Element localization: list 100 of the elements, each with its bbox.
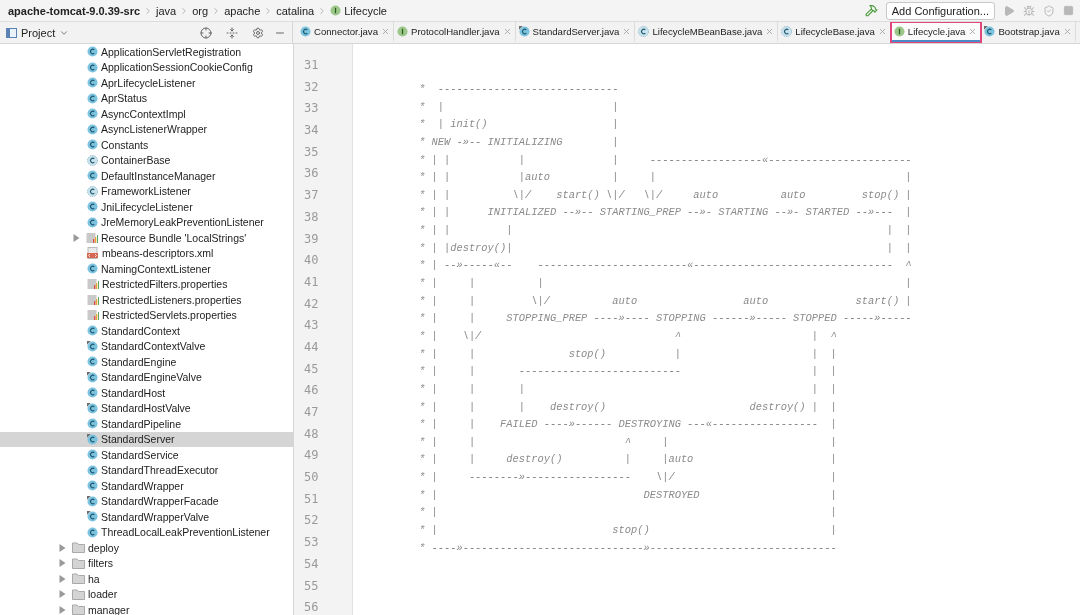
tree-item[interactable]: DefaultInstanceManager [0, 168, 293, 184]
line-number: 41 [304, 273, 320, 291]
expand-arrow-icon[interactable] [59, 574, 66, 583]
tree-item[interactable]: manager [0, 602, 293, 615]
tree-item[interactable]: FrameworkListener [0, 183, 293, 199]
code-comment-line: * | | | | | [419, 381, 838, 397]
shield-icon[interactable] [1043, 4, 1055, 17]
tree-item[interactable]: AsyncContextImpl [0, 106, 293, 122]
stop-icon[interactable] [1063, 5, 1074, 16]
tree-item[interactable]: JniLifecycleListener [0, 199, 293, 215]
editor-tab[interactable]: ProtocolHandler.java [394, 22, 516, 43]
tree-item[interactable]: StandardThreadExecutor [0, 462, 293, 478]
tree-item[interactable]: StandardWrapper [0, 478, 293, 494]
code-comment-line: * | DESTROYED | [419, 487, 838, 503]
line-number: 33 [304, 100, 320, 118]
tree-item[interactable]: deploy [0, 540, 293, 556]
tree-item[interactable]: StandardEngineValve [0, 369, 293, 385]
tree-item[interactable]: StandardWrapperValve [0, 509, 293, 525]
close-icon[interactable] [765, 26, 775, 36]
class-icon [87, 433, 98, 445]
class-icon [984, 25, 996, 37]
run-icon[interactable] [1003, 4, 1015, 17]
expand-arrow-icon[interactable] [59, 590, 66, 599]
code-comment-line: * | |destroy()| | | [419, 240, 912, 256]
line-number: 40 [304, 252, 320, 270]
tree-item[interactable]: loader [0, 586, 293, 602]
abstract-class-icon [87, 154, 98, 166]
editor-tab[interactable]: Lifecycle.java [890, 22, 982, 43]
expand-arrow-icon[interactable] [73, 233, 80, 242]
line-number: 49 [304, 447, 320, 465]
add-configuration-button[interactable]: Add Configuration... [885, 1, 995, 20]
collapse-icon[interactable] [226, 26, 238, 39]
code-comment-line: * | \|/ ^ | ^ [419, 328, 838, 344]
code-comment-line: * | | stop() | | | [419, 346, 838, 362]
tree-item[interactable]: StandardService [0, 447, 293, 463]
close-icon[interactable] [968, 26, 978, 36]
tree-item[interactable]: ha [0, 571, 293, 587]
tree-item[interactable]: RestrictedServlets.properties [0, 307, 293, 323]
tree-item[interactable]: StandardWrapperFacade [0, 493, 293, 509]
editor-tab[interactable]: LifecycleMBeanBase.java [635, 22, 779, 43]
tree-item[interactable]: RestrictedListeners.properties [0, 292, 293, 308]
tree-item[interactable]: ThreadLocalLeakPreventionListener [0, 524, 293, 540]
tree-item[interactable]: StandardEngine [0, 354, 293, 370]
class-icon [87, 402, 98, 414]
bug-icon[interactable] [1023, 4, 1035, 17]
editor-tab[interactable]: Bootstrap.java [981, 22, 1076, 43]
class-icon [87, 418, 98, 430]
close-icon[interactable] [502, 26, 512, 36]
tree-item[interactable]: ApplicationServletRegistration [0, 44, 293, 60]
line-number: 53 [304, 534, 320, 552]
folder-icon [72, 573, 85, 585]
line-number: 48 [304, 425, 320, 443]
breadcrumb-item[interactable]: org [192, 4, 209, 17]
line-number: 34 [304, 122, 320, 140]
close-icon[interactable] [877, 26, 887, 36]
code-comment-line: * | | [419, 505, 838, 521]
tree-item[interactable]: Resource Bundle 'LocalStrings' [0, 230, 293, 246]
hammer-icon[interactable] [864, 4, 878, 17]
breadcrumb-item[interactable]: java [156, 4, 177, 17]
editor-tab[interactable]: Connector.java [297, 22, 394, 43]
expand-arrow-icon[interactable] [59, 559, 66, 568]
tree-item[interactable]: StandardHostValve [0, 400, 293, 416]
tree-item[interactable]: ContainerBase [0, 152, 293, 168]
tree-item[interactable]: ApplicationSessionCookieConfig [0, 59, 293, 75]
tree-item[interactable]: StandardContext [0, 323, 293, 339]
class-icon [87, 139, 98, 151]
breadcrumb-item[interactable]: apache [224, 4, 261, 17]
expand-arrow-icon[interactable] [59, 543, 66, 552]
tree-item[interactable]: Constants [0, 137, 293, 153]
tree-item[interactable]: AsyncListenerWrapper [0, 121, 293, 137]
editor-tab[interactable]: StandardServer.java [515, 22, 636, 43]
breadcrumb-item[interactable]: catalina [276, 4, 315, 17]
close-icon[interactable] [622, 26, 632, 36]
folder-icon [72, 542, 85, 554]
settings-icon[interactable] [252, 26, 264, 39]
tree-item[interactable]: mbeans-descriptors.xml [0, 245, 293, 261]
code-comment-line: * | | STOPPING_PREP ----»---- STOPPING ------»----- STOPPED -----»----- [419, 311, 912, 327]
xml-file-icon [87, 247, 99, 260]
close-icon[interactable] [381, 26, 390, 36]
close-icon[interactable] [1062, 26, 1072, 36]
expand-arrow-icon[interactable] [59, 605, 66, 614]
tree-item[interactable]: RestrictedFilters.properties [0, 276, 293, 292]
tree-item[interactable]: filters [0, 555, 293, 571]
project-name[interactable]: apache-tomcat-9.0.39-src [8, 4, 141, 17]
properties-file-icon [87, 309, 99, 322]
breadcrumb-item[interactable]: Lifecycle [344, 4, 387, 17]
tree-item[interactable]: JreMemoryLeakPreventionListener [0, 214, 293, 230]
tree-item[interactable]: AprStatus [0, 90, 293, 106]
tree-item[interactable]: StandardContextValve [0, 338, 293, 354]
class-icon [87, 216, 98, 228]
tree-item[interactable]: StandardPipeline [0, 416, 293, 432]
tree-item[interactable]: AprLifecycleListener [0, 75, 293, 91]
class-icon [87, 61, 98, 73]
tree-item[interactable]: NamingContextListener [0, 261, 293, 277]
tree-item[interactable]: StandardServer [0, 431, 293, 447]
tree-item[interactable]: StandardHost [0, 385, 293, 401]
panel-title[interactable]: Project [21, 26, 56, 39]
line-number: 31 [304, 57, 320, 74]
crosshair-icon[interactable] [200, 26, 212, 39]
class-icon [518, 25, 530, 37]
